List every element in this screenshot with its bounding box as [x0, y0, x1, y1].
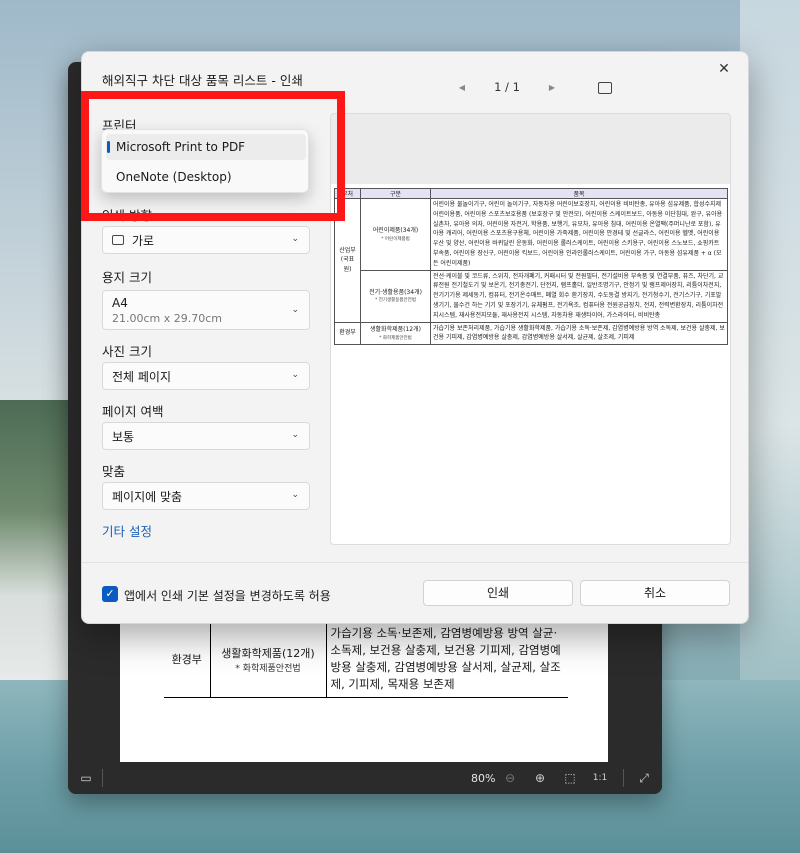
- chevron-down-icon: ⌄: [291, 234, 299, 244]
- table-row: 환경부 생활화학제품(12개) * 화학제품안전법 가습기용 보존처리제품, 가…: [334, 321, 728, 346]
- paper-size-select[interactable]: A4 21.00cm x 29.70cm ⌄: [102, 290, 310, 330]
- viewer-items-cell: 가습기용 소독·보존제, 감염병예방용 방역 살균·소독제, 보건용 살충제, …: [326, 620, 568, 698]
- page-margins-value: 보통: [112, 429, 135, 444]
- filmstrip-icon[interactable]: ▭: [78, 771, 94, 785]
- close-icon[interactable]: ✕: [712, 58, 736, 80]
- table-row: 환경부 생활화학제품(12개) * 화학제품안전법 가습기용 소독·보존제, 감…: [164, 620, 568, 698]
- printer-dropdown-menu: Microsoft Print to PDF OneNote (Desktop): [101, 129, 309, 193]
- viewer-category: 생활화학제품(12개): [221, 646, 315, 660]
- previous-page-icon[interactable]: ◀: [452, 83, 472, 92]
- zoom-out-icon[interactable]: ⊖: [495, 771, 525, 785]
- preview-category-sub: * 화학제품안전법: [379, 335, 412, 341]
- fit-label: 맞춤: [102, 464, 126, 479]
- preview-category: 전기·생활용품(34개): [369, 288, 422, 296]
- printer-option-onenote[interactable]: OneNote (Desktop): [106, 164, 306, 190]
- footer-divider: [82, 562, 748, 563]
- chevron-down-icon: ⌄: [291, 370, 299, 380]
- preview-category-cell: 생활화학제품(12개) * 화학제품안전법: [360, 321, 431, 346]
- preview-category-cell: 어린이제품(34개) * 어린이제품법: [360, 198, 431, 271]
- preview-category: 어린이제품(34개): [372, 226, 419, 234]
- dialog-title: 해외직구 차단 대상 품목 리스트 - 인쇄: [102, 73, 303, 88]
- preview-header-ministry: 부처: [334, 188, 361, 199]
- toolbar-divider: [623, 769, 624, 787]
- photo-size-value: 전체 페이지: [112, 369, 172, 384]
- viewer-toolbar: ▭ 80% ⊖ ⊕ ⬚ 1:1 ⤢: [68, 762, 662, 794]
- paper-size-value: A4: [112, 295, 128, 310]
- allow-settings-label: 앱에서 인쇄 기본 설정을 변경하도록 허용: [124, 589, 331, 603]
- toolbar-divider: [102, 769, 103, 787]
- preview-category-sub: * 전기생활용품안전법: [375, 298, 416, 304]
- viewer-category-cell: 생활화학제품(12개) * 화학제품안전법: [210, 620, 327, 698]
- landscape-icon: [112, 235, 124, 245]
- viewer-table: 환경부 생활화학제품(12개) * 화학제품안전법 가습기용 소독·보존제, 감…: [164, 620, 568, 698]
- zoom-in-icon[interactable]: ⊕: [525, 771, 555, 785]
- table-row: 전기·생활용품(34개) * 전기생활용품안전법 전선·케이블 및 코드류, 스…: [335, 269, 728, 323]
- next-page-icon[interactable]: ▶: [542, 83, 562, 92]
- page-indicator: 1 / 1: [494, 80, 520, 94]
- preview-header-items: 품목: [430, 188, 728, 199]
- preview-items-cell: 가습기용 보존처리제품, 가습기용 생활화학제품, 가습기용 소독·보존제, 감…: [430, 321, 728, 346]
- preview-items-cell: 전선·케이블 및 코드류, 스위치, 전자개폐기, 커패시터 및 전원필터, 전…: [430, 269, 728, 323]
- preview-header-category: 구분: [360, 188, 431, 199]
- fit-select[interactable]: 페이지에 맞춤 ⌄: [102, 482, 310, 510]
- chevron-down-icon: ⌄: [291, 490, 299, 500]
- orientation-label: 인쇄 방향: [102, 208, 152, 223]
- page-margins-select[interactable]: 보통 ⌄: [102, 422, 310, 450]
- zoom-level: 80%: [471, 771, 496, 785]
- preview-ministry-cell: 산업부 (국표원): [334, 198, 361, 323]
- chevron-down-icon: ⌄: [291, 430, 299, 440]
- fit-value: 페이지에 맞춤: [112, 489, 183, 504]
- more-settings-link[interactable]: 기타 설정: [102, 521, 152, 540]
- viewer-ministry-cell: 환경부: [164, 620, 211, 698]
- print-button[interactable]: 인쇄: [423, 580, 573, 606]
- photo-size-select[interactable]: 전체 페이지 ⌄: [102, 362, 310, 390]
- photo-size-label: 사진 크기: [102, 344, 152, 359]
- printer-option-pdf[interactable]: Microsoft Print to PDF: [106, 134, 306, 160]
- orientation-select[interactable]: 가로 ⌄: [102, 226, 310, 254]
- preview-category-sub: * 어린이제품법: [381, 236, 410, 242]
- preview-ministry-cell: 환경부: [334, 321, 361, 346]
- chevron-down-icon: ⌄: [291, 305, 299, 315]
- paper-size-dims: 21.00cm x 29.70cm: [112, 311, 223, 325]
- preview-table: 부처 구분 품목 산업부 (국표원) 어린이제품(34개) * 어린이제품법 어…: [334, 188, 728, 346]
- preview-category-cell: 전기·생활용품(34개) * 전기생활용품안전법: [360, 269, 431, 323]
- preview-ministry-sub: (국표원): [340, 256, 355, 274]
- actual-size-icon[interactable]: 1:1: [585, 773, 615, 783]
- orientation-value: 가로: [132, 233, 155, 248]
- page-navigator: ◀ 1 / 1 ▶: [452, 80, 562, 94]
- cancel-button[interactable]: 취소: [580, 580, 730, 606]
- viewer-category-sub: * 화학제품안전법: [235, 663, 301, 674]
- paper-size-label: 용지 크기: [102, 270, 152, 285]
- preview-ministry: 산업부: [339, 246, 356, 254]
- print-preview: 부처 구분 품목 산업부 (국표원) 어린이제품(34개) * 어린이제품법 어…: [330, 113, 731, 545]
- fullscreen-icon[interactable]: ⤢: [632, 771, 656, 786]
- fit-page-icon[interactable]: [598, 82, 612, 94]
- preview-page: 부처 구분 품목 산업부 (국표원) 어린이제품(34개) * 어린이제품법 어…: [331, 184, 730, 544]
- preview-header-row: 부처 구분 품목: [334, 188, 728, 199]
- table-row: 산업부 (국표원) 어린이제품(34개) * 어린이제품법 어린이용 물놀이기구…: [334, 198, 728, 323]
- preview-items-cell: 어린이용 물놀이기구, 어린이 놀이기구, 자동차용 어린이보호장치, 어린이용…: [430, 198, 728, 271]
- fit-window-icon[interactable]: ⬚: [555, 771, 585, 785]
- preview-category: 생활화학제품(12개): [370, 325, 421, 333]
- allow-settings-checkbox[interactable]: ✓: [102, 586, 118, 602]
- page-margins-label: 페이지 여백: [102, 404, 164, 419]
